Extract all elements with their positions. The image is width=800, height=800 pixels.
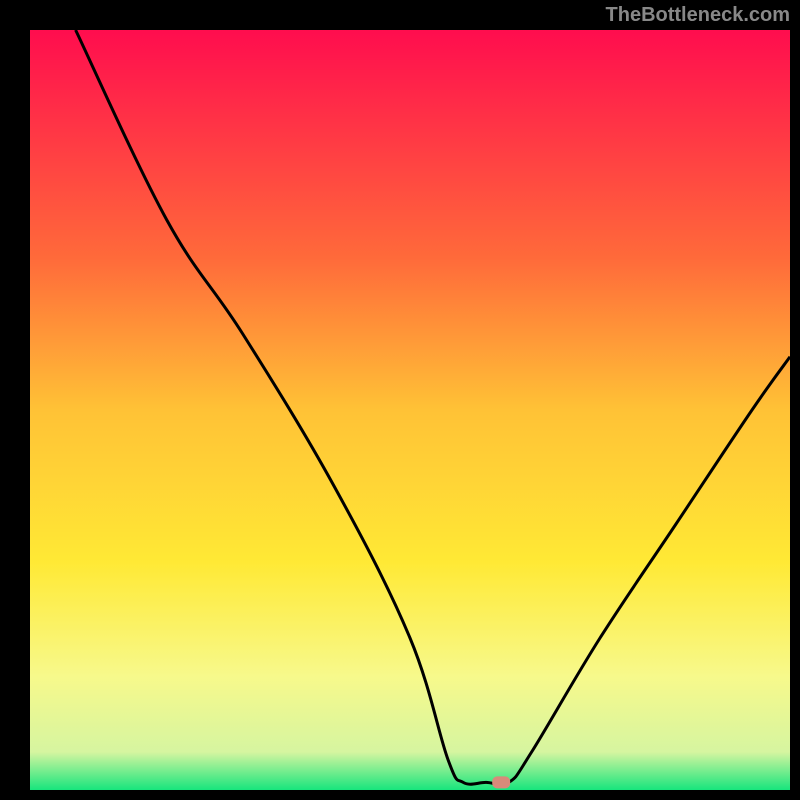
chart-svg [0, 0, 800, 800]
optimal-marker [492, 776, 510, 788]
chart-container: TheBottleneck.com [0, 0, 800, 800]
plot-background [30, 30, 790, 790]
watermark-text: TheBottleneck.com [606, 4, 790, 27]
